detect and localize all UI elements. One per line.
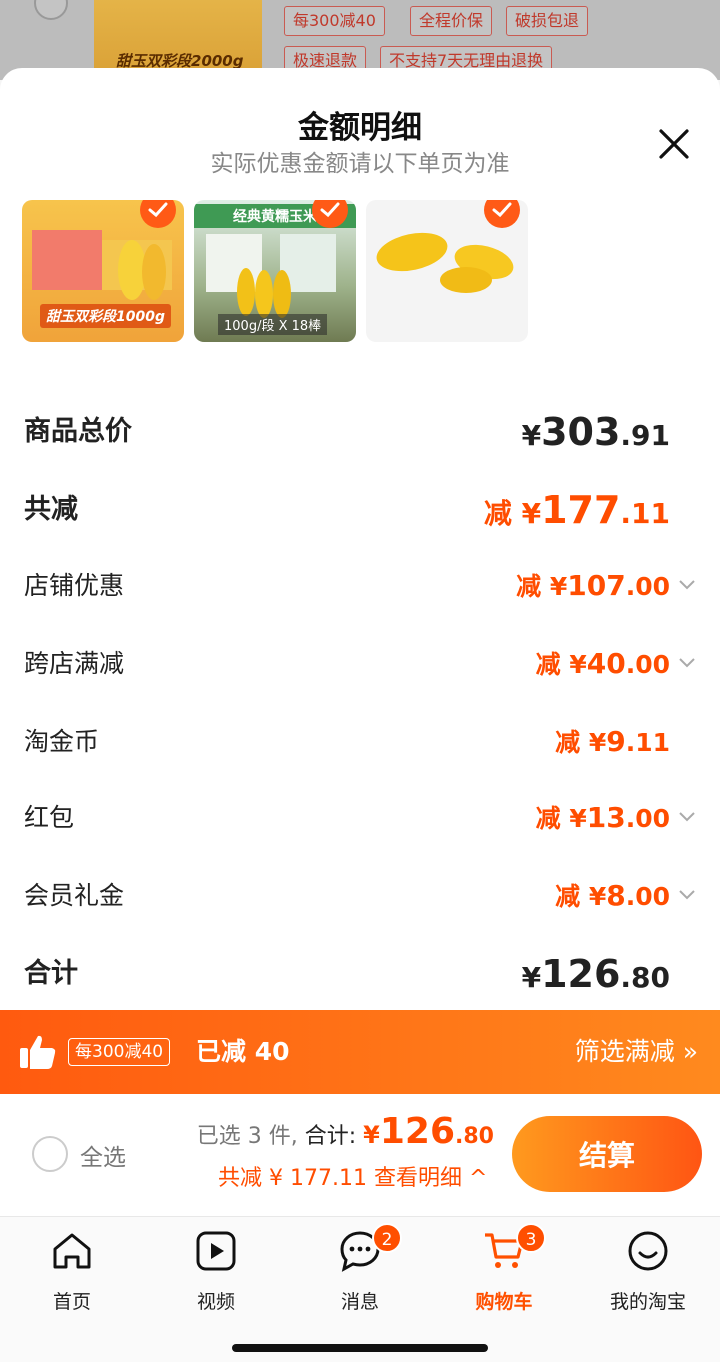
- tab-label: 视频: [196, 1291, 235, 1313]
- tab-my-taobao[interactable]: 我的淘宝: [576, 1229, 720, 1319]
- row-goods-total: 商品总价 ¥303.91: [24, 402, 696, 462]
- chevron-down-icon[interactable]: [678, 578, 696, 592]
- tab-video[interactable]: 视频: [144, 1229, 288, 1319]
- product-thumbnail[interactable]: 经典黄糯玉米 100g/段 X 18棒: [194, 200, 356, 342]
- checkout-button[interactable]: 结算: [512, 1116, 702, 1192]
- message-badge: 2: [372, 1223, 402, 1253]
- row-total-discount: 共减 减 ¥177.11: [24, 480, 696, 540]
- home-indicator: [232, 1344, 488, 1352]
- home-icon: [53, 1233, 91, 1269]
- row-cross-store-discount[interactable]: 跨店满减 减 ¥40.00: [24, 634, 696, 694]
- cart-badge: 3: [516, 1223, 546, 1253]
- filter-discount-link[interactable]: 筛选满减 »: [575, 1034, 698, 1070]
- close-button[interactable]: [652, 122, 696, 166]
- row-member-gift[interactable]: 会员礼金 减 ¥8.00: [24, 866, 696, 926]
- checkout-bar: 全选 已选 3 件, 合计: ¥126.80 共减 ¥ 177.11 查看明细 …: [0, 1094, 720, 1216]
- checkout-summary: 已选 3 件, 合计: ¥126.80: [196, 1111, 494, 1152]
- row-red-packet[interactable]: 红包 减 ¥13.00: [24, 788, 696, 848]
- item-select-radio[interactable]: [34, 0, 68, 20]
- row-value: 减 ¥107.00: [516, 569, 670, 602]
- thumbnail-label: 100g/段 X 18棒: [218, 314, 328, 335]
- product-thumbnails: 甜玉双彩段1000g 经典黄糯玉米 100g/段 X 18棒: [22, 200, 702, 344]
- tab-label: 首页: [52, 1291, 91, 1313]
- row-value: 减 ¥9.11: [555, 725, 670, 758]
- thumbnail-label: 甜玉双彩段1000g: [40, 304, 171, 328]
- sheet-subtitle: 实际优惠金额请以下单页为准: [210, 151, 510, 177]
- row-value: 减 ¥13.00: [535, 801, 670, 834]
- row-label: 跨店满减: [24, 649, 125, 678]
- item-tag: 全程价保: [410, 6, 493, 36]
- row-label: 淘金币: [24, 727, 100, 756]
- chevron-down-icon[interactable]: [678, 888, 696, 902]
- row-value: 减 ¥177.11: [483, 488, 670, 532]
- video-icon: [196, 1231, 236, 1271]
- row-value: ¥303.91: [521, 410, 670, 454]
- promo-tag: 每300减40: [68, 1038, 171, 1066]
- tab-label: 我的淘宝: [609, 1291, 686, 1313]
- item-tag: 每300减40: [284, 6, 385, 36]
- row-store-discount[interactable]: 店铺优惠 减 ¥107.00: [24, 556, 696, 616]
- promo-bar: 每300减40 已减 40 筛选满减 »: [0, 1010, 720, 1094]
- view-detail-link[interactable]: 查看明细 ^: [374, 1166, 487, 1191]
- close-icon: [659, 129, 689, 159]
- row-value: 减 ¥40.00: [535, 647, 670, 680]
- select-all-radio[interactable]: [32, 1136, 68, 1172]
- row-value: 减 ¥8.00: [555, 879, 670, 912]
- row-label: 商品总价: [24, 416, 132, 447]
- row-label: 合计: [24, 958, 78, 989]
- tab-messages[interactable]: 2 消息: [288, 1223, 432, 1319]
- row-label: 红包: [24, 803, 75, 832]
- product-thumbnail[interactable]: 甜玉双彩段1000g: [22, 200, 184, 342]
- sheet-title: 金额明细: [298, 110, 422, 146]
- tab-label: 消息: [340, 1291, 379, 1313]
- bottom-tab-bar: 首页 视频 2 消息 3 购物车 我的淘宝: [0, 1216, 720, 1362]
- amount-detail-sheet: 金额明细 实际优惠金额请以下单页为准 甜玉双彩段1000g 经典黄糯玉米 100…: [0, 68, 720, 1098]
- checkout-discount: 共减 ¥ 177.11 查看明细 ^: [218, 1166, 488, 1191]
- tab-cart[interactable]: 3 购物车: [432, 1223, 576, 1319]
- item-tag: 破损包退: [506, 6, 589, 36]
- row-label: 共减: [24, 494, 78, 525]
- profile-icon: [628, 1231, 668, 1271]
- row-taojinbi: 淘金币 减 ¥9.11: [24, 712, 696, 772]
- tab-label: 购物车: [475, 1291, 533, 1313]
- row-label: 店铺优惠: [24, 571, 125, 600]
- chevron-down-icon[interactable]: [678, 810, 696, 824]
- row-sum: 合计 ¥126.80: [24, 944, 696, 1004]
- row-value: ¥126.80: [521, 952, 670, 996]
- promo-text: 已减 40: [196, 1037, 290, 1066]
- row-label: 会员礼金: [24, 881, 125, 910]
- chevron-down-icon[interactable]: [678, 656, 696, 670]
- product-thumbnail[interactable]: [366, 200, 528, 342]
- tab-home[interactable]: 首页: [0, 1229, 144, 1319]
- thumbs-up-icon: [20, 1035, 56, 1069]
- select-all-label[interactable]: 全选: [80, 1138, 126, 1172]
